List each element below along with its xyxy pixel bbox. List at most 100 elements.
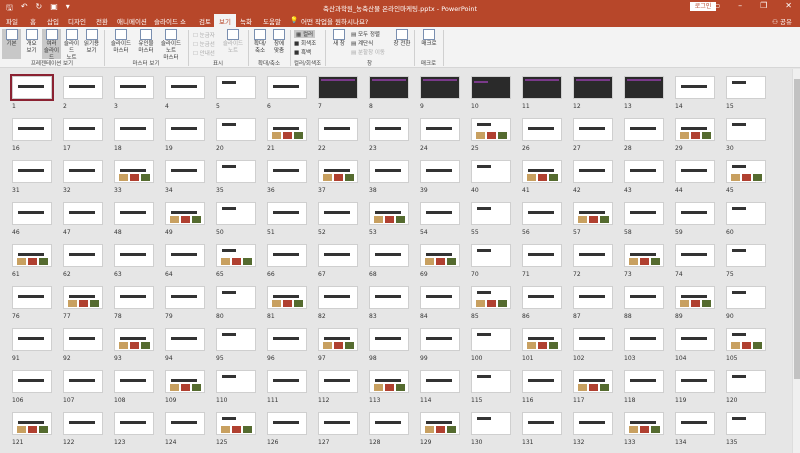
ribbon-show-notes-button[interactable]: 슬라이드 노트 [222,29,244,59]
slide-thumbnail[interactable] [573,328,613,351]
slide-thumbnail[interactable] [675,328,715,351]
slide-thumbnail[interactable] [624,412,664,435]
slide-thumbnail[interactable] [165,160,205,183]
slide-thumbnail[interactable] [420,76,460,99]
slide-thumbnail[interactable] [267,328,307,351]
slide-thumbnail[interactable] [675,412,715,435]
slide-thumbnail[interactable] [318,118,358,141]
slide-thumbnail[interactable] [471,328,511,351]
close-icon[interactable]: ✕ [785,1,792,10]
slide-thumbnail[interactable] [12,202,52,225]
slide-thumbnail[interactable] [369,202,409,225]
slide-thumbnail[interactable] [63,76,103,99]
tab-6[interactable]: 슬라이드 쇼 [154,16,186,26]
slide-thumbnail[interactable] [420,370,460,393]
slide-thumbnail[interactable] [726,244,766,267]
slide-thumbnail[interactable] [624,160,664,183]
tab-2[interactable]: 삽입 [47,16,59,26]
slide-thumbnail[interactable] [165,370,205,393]
tab-0[interactable]: 파일 [6,16,18,26]
slide-thumbnail[interactable] [624,244,664,267]
slide-thumbnail[interactable] [318,244,358,267]
ribbon-reading-button[interactable]: 읽기용 보기 [82,29,101,59]
slide-thumbnail[interactable] [675,202,715,225]
ribbon-notes-button[interactable]: 슬라이드 노트 [62,29,81,61]
slide-thumbnail[interactable] [420,160,460,183]
slide-thumbnail[interactable] [114,202,154,225]
slide-thumbnail[interactable] [114,370,154,393]
slide-thumbnail[interactable] [522,202,562,225]
vertical-scrollbar[interactable] [792,69,800,453]
slide-thumbnail[interactable] [318,412,358,435]
slide-thumbnail[interactable] [216,76,256,99]
ribbon-sorter-button[interactable]: 여러 슬라이드 [42,29,61,61]
slide-thumbnail[interactable] [675,160,715,183]
slide-thumbnail[interactable] [573,118,613,141]
slide-thumbnail[interactable] [726,118,766,141]
ribbon-switch-window-button[interactable]: 창 전환 [392,29,412,59]
tab-7[interactable]: 검토 [199,16,211,26]
ribbon-display-icon[interactable]: ▭ [713,1,721,10]
slide-thumbnail[interactable] [216,286,256,309]
color-mode-1[interactable]: ■ 회색조 [294,39,316,47]
slide-thumbnail[interactable] [369,160,409,183]
slide-thumbnail[interactable] [369,76,409,99]
slide-thumbnail[interactable] [216,118,256,141]
slide-thumbnail[interactable] [573,202,613,225]
ribbon-fit-window-button[interactable]: 창에 맞춤 [270,29,288,59]
slide-thumbnail[interactable] [63,118,103,141]
slide-thumbnail[interactable] [267,76,307,99]
slide-thumbnail[interactable] [522,412,562,435]
slide-thumbnail[interactable] [165,118,205,141]
slide-thumbnail[interactable] [63,160,103,183]
ribbon-zoom-button[interactable]: 확대/ 축소 [251,29,269,59]
slide-thumbnail[interactable] [267,244,307,267]
slide-thumbnail[interactable] [165,412,205,435]
tab-3[interactable]: 디자인 [68,16,86,26]
slide-thumbnail[interactable] [216,370,256,393]
slide-thumbnail[interactable] [267,118,307,141]
slide-thumbnail[interactable] [624,370,664,393]
slide-thumbnail[interactable] [63,244,103,267]
slide-thumbnail[interactable] [369,244,409,267]
ribbon-outline-button[interactable]: 개요 보기 [22,29,41,59]
slide-thumbnail[interactable] [522,118,562,141]
slide-thumbnail[interactable] [726,286,766,309]
slide-thumbnail[interactable] [267,286,307,309]
slide-thumbnail[interactable] [726,370,766,393]
slide-thumbnail[interactable] [114,76,154,99]
slide-thumbnail[interactable] [573,160,613,183]
slide-thumbnail[interactable] [12,328,52,351]
slide-thumbnail[interactable] [63,370,103,393]
slide-thumbnail[interactable] [624,202,664,225]
slide-thumbnail[interactable] [267,160,307,183]
slide-thumbnail[interactable] [471,160,511,183]
slide-thumbnail[interactable] [12,160,52,183]
ribbon-normal-button[interactable]: 기본 [2,29,21,59]
slide-thumbnail[interactable] [522,328,562,351]
slide-thumbnail[interactable] [63,202,103,225]
window-0-button[interactable]: ▤ 모두 정렬 [351,30,380,38]
slide-thumbnail[interactable] [165,328,205,351]
slide-thumbnail[interactable] [573,76,613,99]
slide-thumbnail[interactable] [318,328,358,351]
slide-thumbnail[interactable] [165,286,205,309]
slide-thumbnail[interactable] [12,412,52,435]
slide-thumbnail[interactable] [420,244,460,267]
slide-thumbnail[interactable] [522,370,562,393]
slide-thumbnail[interactable] [318,286,358,309]
slide-thumbnail[interactable] [216,328,256,351]
slide-thumbnail[interactable] [165,202,205,225]
slide-thumbnail[interactable] [216,244,256,267]
slide-thumbnail[interactable] [624,76,664,99]
slide-thumbnail[interactable] [573,370,613,393]
slide-thumbnail[interactable] [420,202,460,225]
slide-thumbnail[interactable] [216,160,256,183]
slide-thumbnail[interactable] [114,118,154,141]
slide-thumbnail[interactable] [369,328,409,351]
slide-thumbnail[interactable] [114,160,154,183]
tell-me-input[interactable]: 어떤 작업을 원하시나요? [301,16,368,26]
slide-thumbnail[interactable] [12,286,52,309]
slide-thumbnail[interactable] [369,412,409,435]
ribbon-new-window-button[interactable]: 새 창 [330,29,348,59]
